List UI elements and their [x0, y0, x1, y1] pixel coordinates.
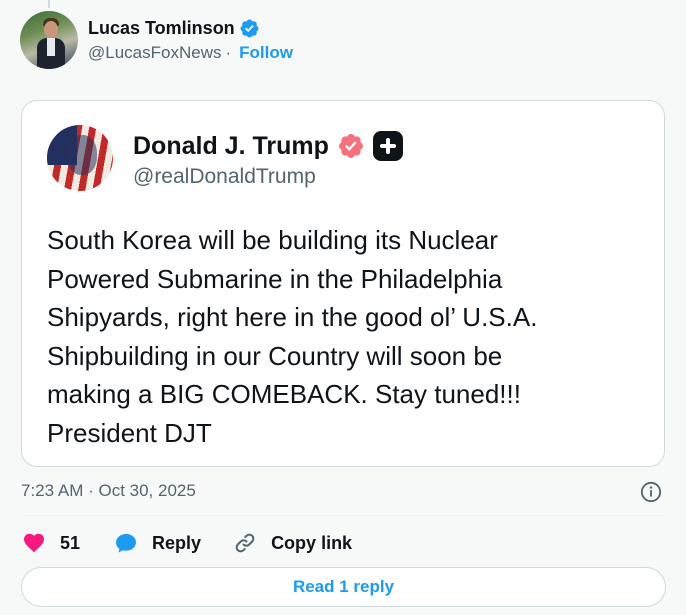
author-name-row: Lucas Tomlinson: [88, 15, 293, 41]
author-handle[interactable]: @LucasFoxNews: [88, 43, 221, 63]
post-author: Lucas Tomlinson @LucasFoxNews · Follow: [20, 10, 293, 70]
reply-button[interactable]: Reply: [114, 531, 233, 555]
copy-link-button[interactable]: Copy link: [233, 531, 352, 555]
like-button[interactable]: 51: [22, 531, 114, 555]
quoted-post-card[interactable]: Donald J. Trump @realDonaldTrump South K…: [21, 100, 665, 467]
quoted-author-handle[interactable]: @realDonaldTrump: [133, 165, 316, 189]
read-replies-button[interactable]: Read 1 reply: [21, 567, 666, 607]
action-bar: 51 Reply Copy link: [22, 528, 352, 558]
author-info: Lucas Tomlinson @LucasFoxNews · Follow: [88, 15, 293, 65]
link-icon: [235, 533, 255, 553]
heart-icon: [24, 533, 44, 553]
reply-bubble-icon: [116, 534, 137, 553]
verified-badge-icon: [240, 19, 259, 37]
author-handle-row: @LucasFoxNews · Follow: [88, 41, 293, 65]
thread-line: [48, 0, 50, 8]
quoted-author-name[interactable]: Donald J. Trump: [133, 132, 329, 161]
info-icon[interactable]: [640, 481, 662, 503]
quoted-post-text: South Korea will be building its Nuclear…: [47, 225, 538, 448]
divider: [21, 515, 665, 516]
verified-badge-icon: [338, 134, 363, 158]
reply-label: Reply: [152, 532, 202, 553]
quoted-author-name-row: Donald J. Trump: [133, 129, 403, 163]
affiliate-plus-icon: [372, 131, 403, 161]
post-timestamp[interactable]: 7:23 AM · Oct 30, 2025: [21, 481, 196, 501]
separator-dot: ·: [225, 43, 232, 62]
author-avatar[interactable]: [20, 11, 78, 69]
like-count: 51: [60, 532, 81, 553]
quoted-author-avatar[interactable]: [47, 125, 113, 191]
author-name[interactable]: Lucas Tomlinson: [88, 18, 235, 39]
copy-link-label: Copy link: [271, 532, 353, 553]
follow-button[interactable]: Follow: [239, 43, 293, 63]
